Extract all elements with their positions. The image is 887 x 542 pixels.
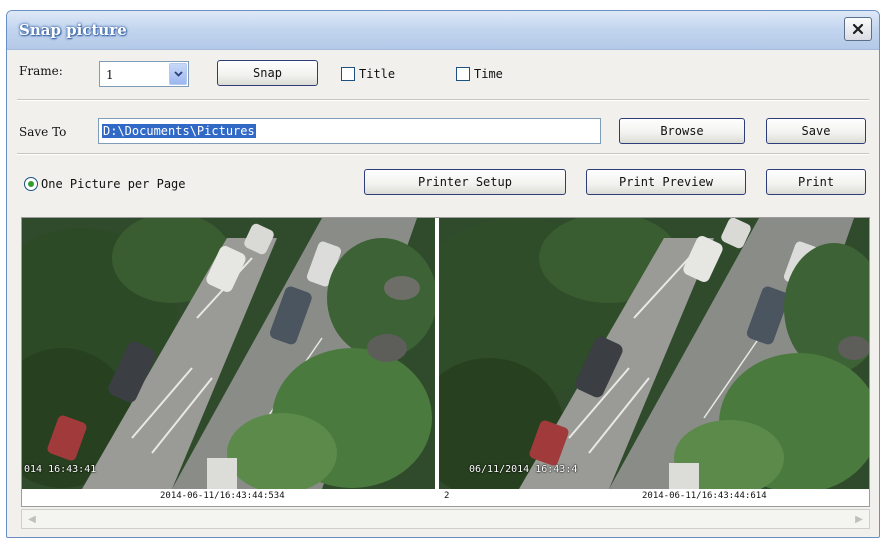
save-to-label: Save To xyxy=(19,125,67,139)
scroll-left-icon[interactable]: ◀ xyxy=(24,512,40,526)
center-caption: 2 xyxy=(444,491,450,501)
one-picture-per-page-radio[interactable] xyxy=(24,177,38,191)
horizontal-scrollbar[interactable]: ◀ ▶ xyxy=(21,509,870,529)
time-checkbox[interactable] xyxy=(456,67,470,81)
separator-1 xyxy=(17,99,869,101)
separator-2 xyxy=(17,153,869,155)
scroll-right-icon[interactable]: ▶ xyxy=(851,512,867,526)
left-caption: 2014-06-11/16:43:44:534 xyxy=(160,491,285,501)
snapshot-left[interactable]: 014 16:43:41 xyxy=(22,218,435,489)
close-icon xyxy=(852,23,864,35)
right-time-overlay: 06/11/2014 16:43:4 xyxy=(469,464,578,475)
camera-image-right xyxy=(439,218,869,489)
print-preview-button[interactable]: Print Preview xyxy=(586,169,746,195)
chevron-down-icon[interactable] xyxy=(169,63,187,85)
frame-label: Frame: xyxy=(19,64,63,78)
print-button[interactable]: Print xyxy=(766,169,866,195)
title-bar[interactable]: Snap picture xyxy=(7,11,879,50)
title-checkbox-label: Title xyxy=(359,67,396,81)
snapshot-right[interactable]: 06/11/2014 16:43:4 xyxy=(439,218,869,489)
preview-area: 014 16:43:41 06/11/2014 16:43:4 2014-06-… xyxy=(21,217,870,507)
snap-button[interactable]: Snap xyxy=(217,60,318,86)
browse-button[interactable]: Browse xyxy=(619,118,745,144)
printer-setup-button[interactable]: Printer Setup xyxy=(364,169,566,195)
save-path-value: D:\Documents\Pictures xyxy=(102,124,256,138)
frame-select-value: 1 xyxy=(106,68,114,82)
one-picture-per-page-label: One Picture per Page xyxy=(41,177,186,191)
right-caption: 2014-06-11/16:43:44:614 xyxy=(642,491,767,501)
close-button[interactable] xyxy=(844,17,872,41)
title-checkbox[interactable] xyxy=(341,67,355,81)
save-button[interactable]: Save xyxy=(766,118,866,144)
snap-picture-dialog: Snap picture Frame: 1 Snap Title Time Sa… xyxy=(6,10,880,538)
time-checkbox-label: Time xyxy=(474,67,503,81)
radio-selected-dot xyxy=(28,181,34,187)
camera-image-left xyxy=(22,218,435,489)
window-title: Snap picture xyxy=(19,21,127,39)
frame-select[interactable]: 1 xyxy=(99,61,189,87)
save-path-input[interactable]: D:\Documents\Pictures xyxy=(98,118,601,144)
left-time-overlay: 014 16:43:41 xyxy=(24,464,97,475)
